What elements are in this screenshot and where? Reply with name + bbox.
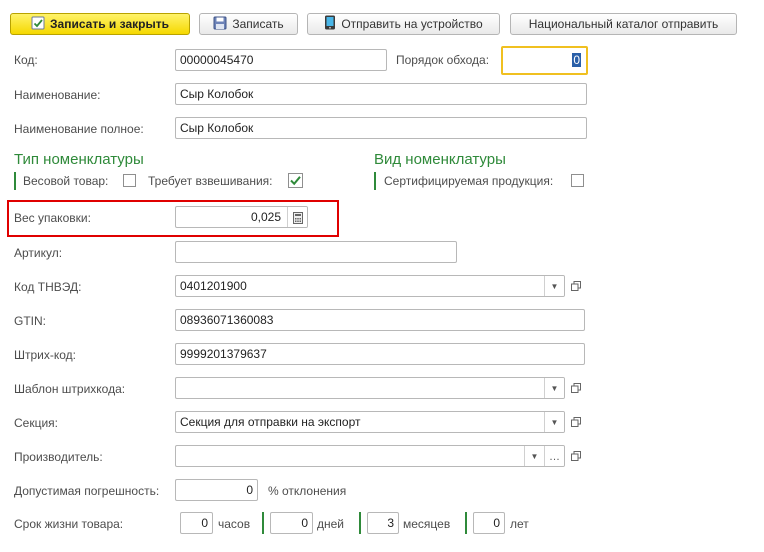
shelf-life-label: Срок жизни товара: bbox=[14, 517, 124, 531]
separator-bar bbox=[359, 512, 361, 534]
section-label: Секция: bbox=[14, 416, 58, 430]
device-icon bbox=[324, 15, 336, 33]
checkmark-icon bbox=[290, 176, 301, 186]
chevron-down-icon[interactable]: ▼ bbox=[544, 276, 564, 296]
pack-weight-value: 0,025 bbox=[250, 210, 281, 224]
save-button[interactable]: Записать bbox=[199, 13, 298, 35]
shelf-life-years-field[interactable]: 0 bbox=[473, 512, 505, 534]
save-and-close-label: Записать и закрыть bbox=[50, 17, 169, 31]
certified-label: Сертифицируемая продукция: bbox=[384, 174, 554, 188]
tnved-label: Код ТНВЭД: bbox=[14, 280, 82, 294]
section-value: Секция для отправки на экспорт bbox=[180, 415, 361, 429]
weight-goods-checkbox[interactable] bbox=[123, 174, 136, 187]
separator-bar bbox=[465, 512, 467, 534]
manufacturer-field[interactable]: ▼ … bbox=[175, 445, 565, 467]
type-section-title: Тип номенклатуры bbox=[14, 151, 144, 168]
tolerance-field[interactable]: 0 bbox=[175, 479, 258, 501]
gtin-label: GTIN: bbox=[14, 314, 46, 328]
send-to-device-button[interactable]: Отправить на устройство bbox=[307, 13, 500, 35]
full-name-field[interactable]: Сыр Колобок bbox=[175, 117, 587, 139]
type-section-bar bbox=[14, 172, 16, 190]
name-field[interactable]: Сыр Колобок bbox=[175, 83, 587, 105]
code-label: Код: bbox=[14, 53, 38, 67]
save-and-close-button[interactable]: Записать и закрыть bbox=[10, 13, 190, 35]
order-value: 0 bbox=[572, 53, 581, 67]
kind-section-title: Вид номенклатуры bbox=[374, 151, 506, 168]
save-check-icon bbox=[31, 16, 45, 33]
chevron-down-icon[interactable]: ▼ bbox=[524, 446, 544, 466]
chevron-down-icon[interactable]: ▼ bbox=[544, 378, 564, 398]
tnved-value: 0401201900 bbox=[180, 279, 247, 293]
national-catalog-label: Национальный каталог отправить bbox=[528, 17, 719, 31]
pack-weight-field[interactable]: 0,025 bbox=[175, 206, 308, 228]
shelf-life-months-unit: месяцев bbox=[403, 517, 451, 531]
ellipsis-icon[interactable]: … bbox=[544, 446, 564, 466]
open-window-icon[interactable] bbox=[567, 445, 585, 467]
order-field[interactable]: 0 bbox=[501, 46, 588, 75]
shelf-life-days-field[interactable]: 0 bbox=[270, 512, 313, 534]
section-field[interactable]: Секция для отправки на экспорт ▼ bbox=[175, 411, 565, 433]
shelf-life-years-unit: лет bbox=[510, 517, 529, 531]
kind-section-bar bbox=[374, 172, 376, 190]
gtin-field[interactable]: 08936071360083 bbox=[175, 309, 585, 331]
article-field[interactable] bbox=[175, 241, 457, 263]
weight-goods-label: Весовой товар: bbox=[23, 174, 109, 188]
pack-weight-label: Вес упаковки: bbox=[14, 211, 91, 225]
full-name-label: Наименование полное: bbox=[14, 122, 144, 136]
code-field[interactable]: 00000045470 bbox=[175, 49, 387, 71]
tolerance-label: Допустимая погрешность: bbox=[14, 484, 160, 498]
tnved-field[interactable]: 0401201900 ▼ bbox=[175, 275, 565, 297]
tolerance-suffix: % отклонения bbox=[268, 484, 347, 498]
barcode-template-label: Шаблон штрихкода: bbox=[14, 382, 126, 396]
open-window-icon[interactable] bbox=[567, 275, 585, 297]
open-window-icon[interactable] bbox=[567, 377, 585, 399]
barcode-template-field[interactable]: ▼ bbox=[175, 377, 565, 399]
manufacturer-label: Производитель: bbox=[14, 450, 103, 464]
barcode-field[interactable]: 9999201379637 bbox=[175, 343, 585, 365]
calculator-icon[interactable] bbox=[287, 207, 307, 227]
order-label: Порядок обхода: bbox=[396, 53, 490, 67]
barcode-label: Штрих-код: bbox=[14, 348, 76, 362]
shelf-life-hours-field[interactable]: 0 bbox=[180, 512, 213, 534]
open-window-icon[interactable] bbox=[567, 411, 585, 433]
shelf-life-months-field[interactable]: 3 bbox=[367, 512, 399, 534]
name-label: Наименование: bbox=[14, 88, 101, 102]
article-label: Артикул: bbox=[14, 246, 63, 260]
chevron-down-icon[interactable]: ▼ bbox=[544, 412, 564, 432]
requires-weighing-label: Требует взвешивания: bbox=[148, 174, 273, 188]
send-to-device-label: Отправить на устройство bbox=[341, 17, 483, 31]
requires-weighing-checkbox[interactable] bbox=[288, 173, 303, 188]
floppy-icon bbox=[213, 16, 227, 33]
national-catalog-send-button[interactable]: Национальный каталог отправить bbox=[510, 13, 737, 35]
certified-checkbox[interactable] bbox=[571, 174, 584, 187]
save-label: Записать bbox=[232, 17, 284, 31]
shelf-life-days-unit: дней bbox=[317, 517, 345, 531]
shelf-life-hours-unit: часов bbox=[218, 517, 251, 531]
separator-bar bbox=[262, 512, 264, 534]
